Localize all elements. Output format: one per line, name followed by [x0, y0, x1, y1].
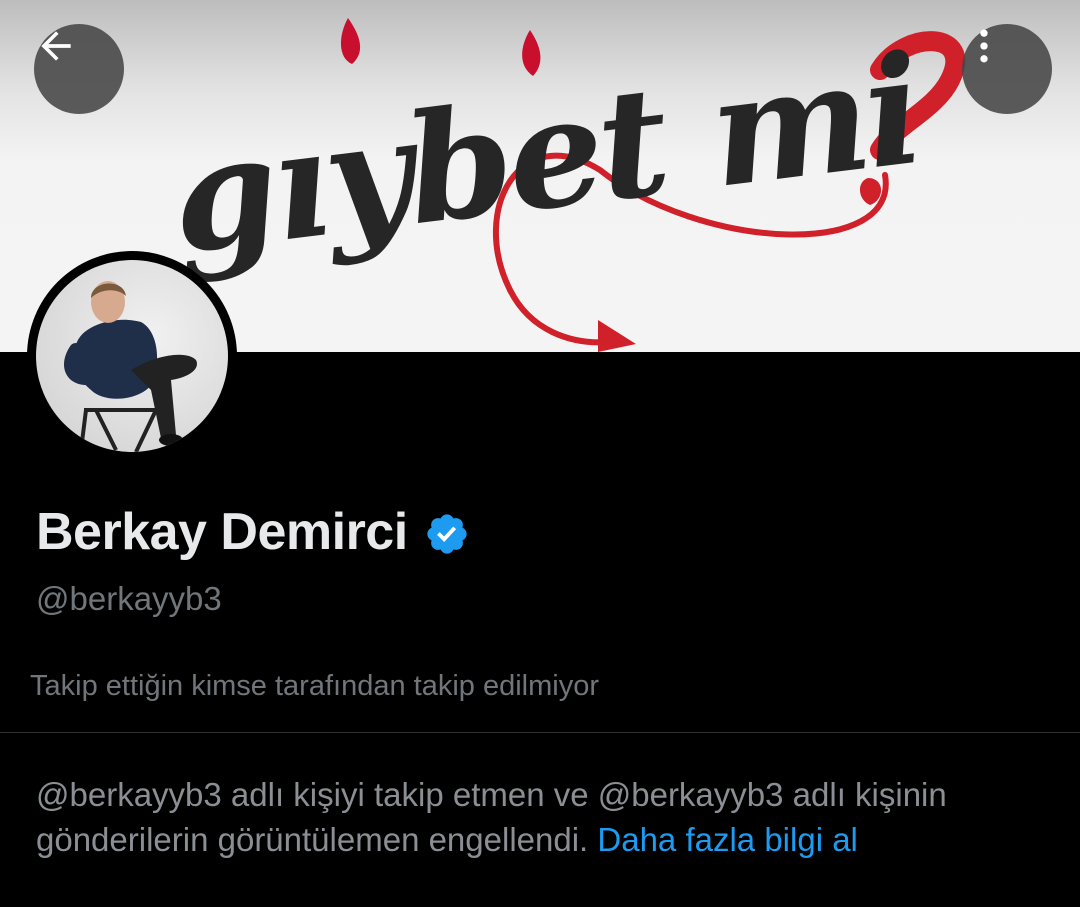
avatar[interactable] [27, 251, 237, 461]
arrow-left-icon [41, 31, 71, 61]
more-vertical-icon [980, 29, 988, 63]
avatar-photo [36, 260, 228, 452]
verified-badge-icon[interactable] [424, 511, 470, 557]
profile-handle: @berkayyb3 [36, 580, 222, 617]
more-options-button[interactable] [962, 24, 1052, 114]
profile-name-row: Berkay Demirci [36, 502, 470, 562]
back-button[interactable] [34, 24, 124, 114]
banner-title: gıybet mi [162, 22, 928, 288]
followers-you-know-text: Takip ettiğin kimse tarafından takip edi… [30, 670, 599, 702]
divider [0, 732, 1080, 733]
blocked-notice: @berkayyb3 adlı kişiyi takip etmen ve @b… [36, 772, 1056, 862]
display-name: Berkay Demirci [36, 503, 408, 561]
learn-more-link[interactable]: Daha fazla bilgi al [597, 821, 858, 858]
